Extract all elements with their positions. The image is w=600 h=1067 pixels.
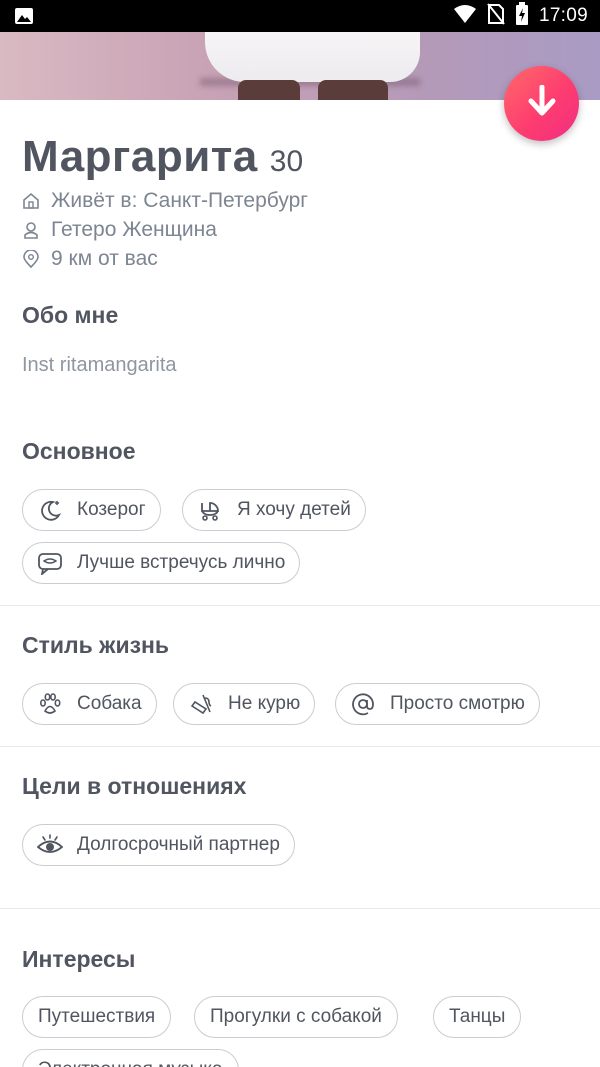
wifi-icon bbox=[453, 4, 477, 29]
chip-label: Танцы bbox=[449, 1006, 506, 1027]
home-icon bbox=[22, 192, 40, 210]
chip-label: Не курю bbox=[228, 693, 301, 714]
location-pin-icon bbox=[22, 250, 40, 268]
profile-age: 30 bbox=[269, 145, 304, 178]
battery-charging-icon bbox=[515, 1, 529, 31]
paw-icon bbox=[37, 691, 63, 717]
divider bbox=[0, 605, 600, 606]
interests-title: Интересы bbox=[22, 946, 136, 972]
distance-row: 9 км от вас bbox=[22, 247, 158, 271]
chip-pets: Собака bbox=[22, 683, 157, 725]
name-row: Маргарита 30 bbox=[22, 132, 303, 182]
basics-title: Основное bbox=[22, 438, 136, 464]
divider bbox=[0, 908, 600, 909]
chip-smoking: Не курю bbox=[173, 683, 316, 725]
orientation-row: Гетеро Женщина bbox=[22, 218, 217, 242]
chat-bubble-icon bbox=[37, 550, 63, 576]
chip-children: Я хочу детей bbox=[182, 489, 366, 531]
chip-social-media: Просто смотрю bbox=[335, 683, 540, 725]
chip-label: Электронная музыка bbox=[38, 1059, 223, 1067]
interest-chip: Путешествия bbox=[22, 996, 172, 1038]
status-bar: 17:09 bbox=[0, 0, 600, 32]
chip-label: Прогулки с собакой bbox=[210, 1006, 382, 1027]
no-sim-icon bbox=[487, 2, 505, 30]
chip-zodiac: Козерог bbox=[22, 489, 161, 531]
divider bbox=[0, 746, 600, 747]
image-notification-icon bbox=[14, 7, 34, 25]
interest-chip: Танцы bbox=[433, 996, 522, 1038]
about-title: Обо мне bbox=[22, 302, 119, 328]
moon-icon bbox=[37, 497, 63, 523]
profile-name: Маргарита bbox=[22, 132, 258, 181]
no-smoking-icon bbox=[188, 691, 214, 717]
chip-label: Козерог bbox=[77, 499, 146, 520]
lives-in-row: Живёт в: Санкт-Петербург bbox=[22, 189, 308, 213]
interest-chip: Прогулки с собакой bbox=[194, 996, 398, 1038]
orientation-text: Гетеро Женщина bbox=[51, 218, 217, 241]
chip-relationship-goal: Долгосрочный партнер bbox=[22, 824, 295, 866]
about-text: Inst ritamangarita bbox=[22, 354, 177, 376]
collapse-profile-button[interactable] bbox=[504, 66, 579, 141]
baby-stroller-icon bbox=[197, 497, 223, 523]
person-icon bbox=[22, 221, 40, 239]
chip-label: Долгосрочный партнер bbox=[77, 834, 280, 855]
clock: 17:09 bbox=[538, 5, 588, 26]
goals-title: Цели в отношениях bbox=[22, 773, 247, 799]
chip-label: Путешествия bbox=[38, 1006, 156, 1027]
at-sign-icon bbox=[350, 691, 376, 717]
eye-icon bbox=[37, 832, 63, 858]
distance-text: 9 км от вас bbox=[51, 247, 158, 270]
chip-label: Собака bbox=[77, 693, 142, 714]
lives-in-text: Живёт в: Санкт-Петербург bbox=[51, 189, 308, 212]
interest-chip: Электронная музыка bbox=[22, 1049, 239, 1067]
lifestyle-title: Стиль жизнь bbox=[22, 632, 170, 658]
arrow-down-icon bbox=[528, 84, 556, 122]
chip-label: Лучше встречусь лично bbox=[77, 552, 286, 573]
chip-communication: Лучше встречусь лично bbox=[22, 542, 301, 584]
chip-label: Я хочу детей bbox=[237, 499, 351, 520]
chip-label: Просто смотрю bbox=[390, 693, 525, 714]
